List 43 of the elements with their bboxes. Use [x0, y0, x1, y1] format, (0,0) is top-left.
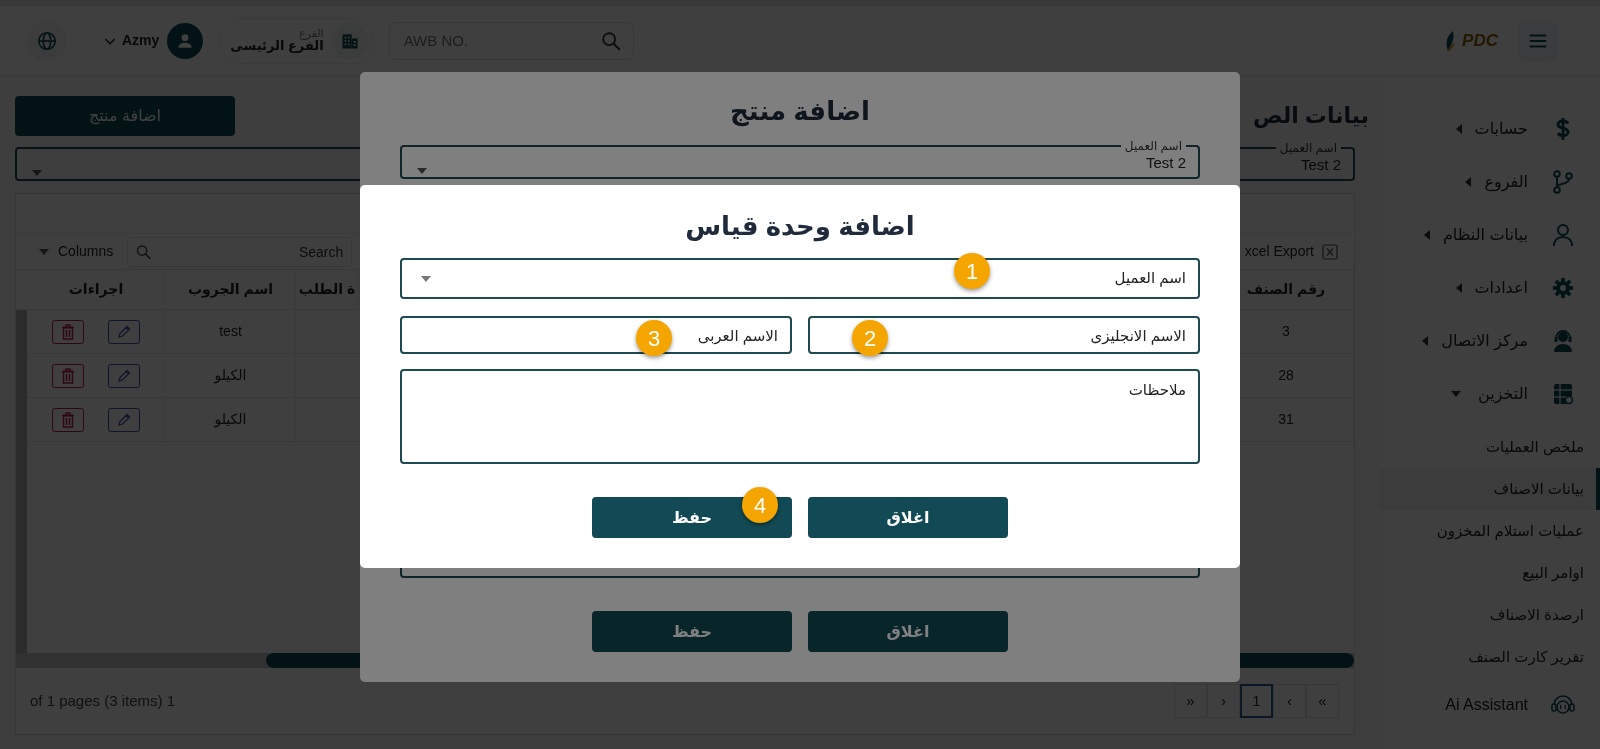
headset-person-icon: [1552, 328, 1574, 353]
caret-icon: [1422, 228, 1431, 241]
search-icon: [599, 29, 622, 52]
next-page-button[interactable]: ›: [1207, 684, 1240, 718]
close-button[interactable]: اغلاق: [808, 611, 1008, 652]
export-icon: [1322, 243, 1338, 260]
dollar-icon: [1554, 116, 1572, 141]
dialog-title: اضافة وحدة قياس: [684, 210, 916, 243]
logo: PDC: [1444, 27, 1498, 54]
globe-icon: [36, 29, 58, 52]
menu-button[interactable]: [1518, 20, 1558, 61]
delete-button[interactable]: [52, 407, 84, 432]
pencil-icon: [117, 368, 131, 383]
gear-icon: [1552, 276, 1574, 299]
close-button[interactable]: اغلاق: [808, 497, 1008, 538]
first-page-button[interactable]: «: [1306, 684, 1339, 718]
ai-headset-icon: [1550, 693, 1576, 717]
dialog-title: اضافة منتج: [729, 95, 871, 128]
warehouse-icon: [1552, 381, 1574, 406]
person-icon: [1552, 222, 1574, 247]
avatar[interactable]: [167, 22, 204, 59]
trash-icon: [61, 411, 75, 428]
trash-icon: [61, 323, 75, 340]
caret-icon: [1454, 281, 1463, 294]
trash-icon: [61, 367, 75, 384]
pencil-icon: [117, 324, 131, 339]
step-marker: 1: [954, 253, 990, 289]
caret-icon: [1454, 122, 1463, 135]
last-page-button[interactable]: »: [1174, 684, 1207, 718]
previous-page-button[interactable]: ‹: [1273, 684, 1306, 718]
branch-icon: [1552, 169, 1574, 194]
step-marker: 4: [742, 487, 778, 523]
edit-button[interactable]: [108, 363, 140, 388]
search-icon: [135, 243, 153, 260]
delete-button[interactable]: [52, 363, 84, 388]
delete-button[interactable]: [52, 319, 84, 344]
edit-button[interactable]: [108, 407, 140, 432]
save-button[interactable]: حفظ: [592, 611, 792, 652]
pencil-icon: [117, 412, 131, 427]
notes-field[interactable]: ملاحظات: [400, 369, 1200, 464]
edit-button[interactable]: [108, 319, 140, 344]
caret-icon: [1421, 334, 1430, 347]
caret-icon: [1464, 175, 1473, 188]
